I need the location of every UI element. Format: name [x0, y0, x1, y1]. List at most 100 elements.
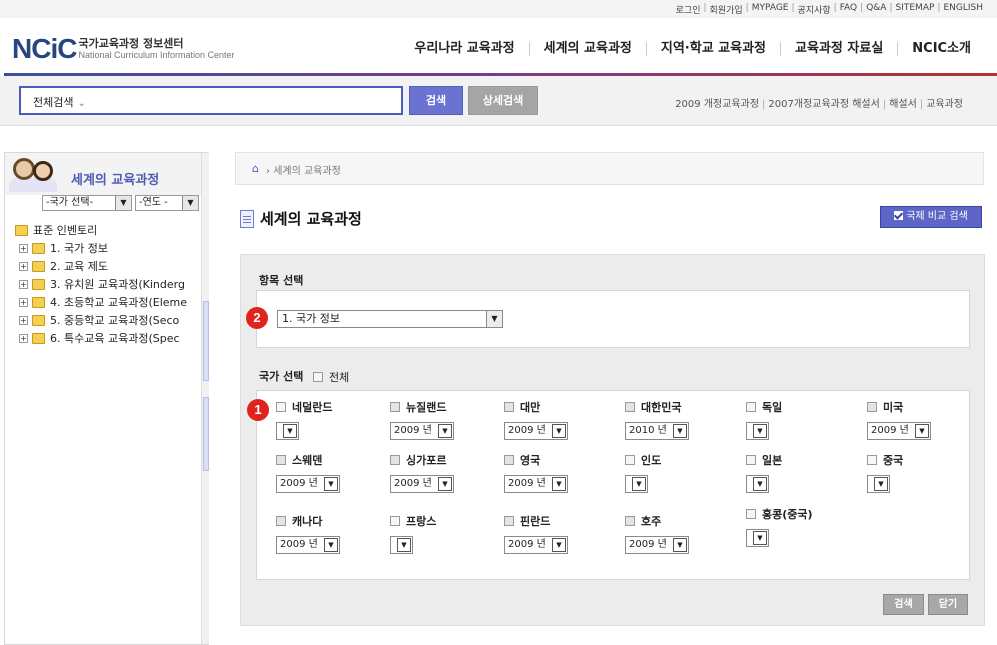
country-option[interactable]: 일본 ▼ — [746, 455, 856, 493]
sidebar-scrollbar[interactable] — [201, 153, 209, 644]
checkbox-icon[interactable] — [276, 455, 286, 465]
tree-root[interactable]: 표준 인벤토리 — [15, 221, 201, 239]
expand-icon[interactable]: + — [19, 243, 28, 253]
year-dropdown[interactable]: 2009 년 ▼ — [504, 475, 568, 493]
checkbox-icon[interactable] — [746, 455, 756, 465]
quick-link-guide[interactable]: 해설서 — [889, 99, 917, 110]
search-button[interactable]: 검색 — [409, 86, 463, 115]
year-dropdown[interactable]: 2010 년 ▼ — [625, 422, 689, 440]
country-checkbox[interactable]: 네덜란드 — [276, 402, 386, 414]
checkbox-icon[interactable] — [625, 402, 635, 412]
site-logo[interactable]: NCiC 국가교육과정 정보센터 National Curriculum Inf… — [12, 34, 235, 64]
mypage-link[interactable]: MYPAGE — [752, 3, 789, 16]
checkbox-icon[interactable] — [276, 516, 286, 526]
country-option[interactable]: 호주 2009 년 ▼ — [625, 516, 735, 554]
country-checkbox[interactable]: 일본 — [746, 455, 856, 467]
year-dropdown[interactable]: ▼ — [867, 475, 890, 493]
checkbox-icon[interactable] — [276, 402, 286, 412]
country-checkbox[interactable]: 영국 — [504, 455, 614, 467]
home-icon[interactable]: ⌂ — [252, 162, 259, 175]
year-dropdown[interactable]: 2009 년 ▼ — [625, 536, 689, 554]
year-dropdown[interactable]: 2009 년 ▼ — [390, 422, 454, 440]
country-select[interactable]: -국가 선택- ▼ — [42, 195, 132, 211]
year-dropdown[interactable]: ▼ — [390, 536, 413, 554]
faq-link[interactable]: FAQ — [840, 3, 857, 16]
form-search-button[interactable]: 검색 — [883, 594, 924, 615]
year-select[interactable]: -연도 - ▼ — [135, 195, 199, 211]
checkbox-icon[interactable] — [313, 372, 323, 382]
quick-link-2007-guide[interactable]: 2007개정교육과정 해설서 — [768, 99, 879, 110]
checkbox-icon[interactable] — [625, 516, 635, 526]
tree-item[interactable]: +3. 유치원 교육과정(Kinderg — [19, 275, 201, 293]
nav-world-curriculum[interactable]: 세계의 교육과정 — [528, 42, 646, 56]
checkbox-icon[interactable] — [746, 509, 756, 519]
checkbox-icon[interactable] — [625, 455, 635, 465]
scrollbar-thumb[interactable] — [203, 397, 209, 471]
year-dropdown[interactable]: ▼ — [276, 422, 299, 440]
search-scope-select[interactable]: 전체검색 ⌄ — [33, 94, 86, 110]
english-link[interactable]: ENGLISH — [943, 3, 983, 16]
country-option[interactable]: 미국 2009 년 ▼ — [867, 402, 977, 440]
year-dropdown[interactable]: ▼ — [746, 422, 769, 440]
tree-item[interactable]: +1. 국가 정보 — [19, 239, 201, 257]
country-option[interactable]: 프랑스 ▼ — [390, 516, 500, 554]
country-option[interactable]: 대만 2009 년 ▼ — [504, 402, 614, 440]
item-select[interactable]: 1. 국가 정보 ▼ — [277, 310, 503, 328]
tree-item[interactable]: +2. 교육 제도 — [19, 257, 201, 275]
year-dropdown[interactable]: 2009 년 ▼ — [276, 536, 340, 554]
country-checkbox[interactable]: 캐나다 — [276, 516, 386, 528]
country-option[interactable]: 핀란드 2009 년 ▼ — [504, 516, 614, 554]
checkbox-icon[interactable] — [390, 455, 400, 465]
country-checkbox[interactable]: 스웨덴 — [276, 455, 386, 467]
country-option[interactable]: 스웨덴 2009 년 ▼ — [276, 455, 386, 493]
tree-item[interactable]: +4. 초등학교 교육과정(Eleme — [19, 293, 201, 311]
country-checkbox[interactable]: 싱가포르 — [390, 455, 500, 467]
nav-about-ncic[interactable]: NCIC소개 — [897, 42, 971, 56]
country-checkbox[interactable]: 홍콩(중국) — [746, 509, 826, 521]
country-checkbox[interactable]: 인도 — [625, 455, 735, 467]
country-checkbox[interactable]: 뉴질랜드 — [390, 402, 500, 414]
checkbox-icon[interactable] — [746, 402, 756, 412]
notice-link[interactable]: 공지사항 — [798, 3, 831, 16]
year-dropdown[interactable]: ▼ — [746, 475, 769, 493]
checkbox-icon[interactable] — [390, 402, 400, 412]
country-option[interactable]: 인도 ▼ — [625, 455, 735, 493]
checkbox-icon[interactable] — [504, 455, 514, 465]
nav-regional-school-curriculum[interactable]: 지역·학교 교육과정 — [645, 42, 780, 56]
checkbox-icon[interactable] — [867, 402, 877, 412]
country-option[interactable]: 싱가포르 2009 년 ▼ — [390, 455, 500, 493]
select-all-checkbox[interactable]: 전체 — [313, 369, 349, 385]
login-link[interactable]: 로그인 — [676, 3, 701, 16]
expand-icon[interactable]: + — [19, 297, 28, 307]
country-checkbox[interactable]: 중국 — [867, 455, 977, 467]
international-compare-button[interactable]: 국제 비교 검색 — [880, 206, 982, 228]
quick-link-2009[interactable]: 2009 개정교육과정 — [675, 99, 759, 110]
signup-link[interactable]: 회원가입 — [710, 3, 743, 16]
country-checkbox[interactable]: 대만 — [504, 402, 614, 414]
sitemap-link[interactable]: SITEMAP — [896, 3, 935, 16]
advanced-search-button[interactable]: 상세검색 — [468, 86, 538, 115]
country-option[interactable]: 영국 2009 년 ▼ — [504, 455, 614, 493]
scrollbar-thumb[interactable] — [203, 301, 209, 381]
expand-icon[interactable]: + — [19, 261, 28, 271]
year-dropdown[interactable]: ▼ — [625, 475, 648, 493]
checkbox-icon[interactable] — [504, 516, 514, 526]
country-checkbox[interactable]: 핀란드 — [504, 516, 614, 528]
country-checkbox[interactable]: 프랑스 — [390, 516, 500, 528]
country-option[interactable]: 홍콩(중국) ▼ — [746, 509, 826, 547]
year-dropdown[interactable]: 2009 년 ▼ — [276, 475, 340, 493]
country-checkbox[interactable]: 미국 — [867, 402, 977, 414]
year-dropdown[interactable]: 2009 년 ▼ — [504, 536, 568, 554]
expand-icon[interactable]: + — [19, 279, 28, 289]
expand-icon[interactable]: + — [19, 315, 28, 325]
checkbox-icon[interactable] — [390, 516, 400, 526]
form-close-button[interactable]: 닫기 — [928, 594, 968, 615]
country-option[interactable]: 중국 ▼ — [867, 455, 977, 493]
country-option[interactable]: 독일 ▼ — [746, 402, 856, 440]
country-checkbox[interactable]: 독일 — [746, 402, 856, 414]
country-option[interactable]: 캐나다 2009 년 ▼ — [276, 516, 386, 554]
tree-item[interactable]: +5. 중등학교 교육과정(Seco — [19, 311, 201, 329]
nav-curriculum-archive[interactable]: 교육과정 자료실 — [780, 42, 897, 56]
search-input[interactable]: 전체검색 ⌄ — [19, 86, 403, 115]
country-checkbox[interactable]: 대한민국 — [625, 402, 735, 414]
